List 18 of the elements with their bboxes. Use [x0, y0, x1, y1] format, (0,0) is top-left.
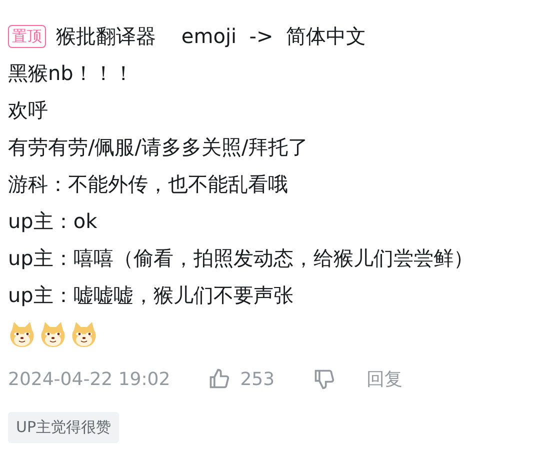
- thumbs-down-icon[interactable]: [312, 368, 335, 390]
- comment-line: up主：ok: [8, 208, 98, 235]
- thumbs-up-icon[interactable]: [208, 368, 230, 390]
- comment-line: up主：嘻嘻（偷看，拍照发动态，给猴儿们尝尝鲜）: [8, 245, 474, 272]
- dog-face-icon: [70, 320, 98, 348]
- comment-line: 猴批翻译器 emoji -> 简体中文: [56, 23, 366, 50]
- dog-face-icon: [8, 320, 36, 348]
- dog-face-icon: [39, 320, 67, 348]
- comment-line: 黑猴nb！！！: [8, 60, 134, 87]
- comment-line: up主：嘘嘘嘘，猴儿们不要声张: [8, 282, 294, 309]
- comment-line: 游科：不能外传，也不能乱看哦: [8, 171, 288, 198]
- comment-time: 2024-04-22 19:02: [8, 368, 170, 390]
- comment-line: 欢呼: [8, 97, 48, 124]
- author-liked-tag: UP主觉得很赞: [8, 412, 120, 443]
- like-count: 253: [240, 368, 275, 390]
- comment-line: 有劳有劳/佩服/请多多关照/拜托了: [8, 134, 308, 161]
- pinned-badge: 置顶: [8, 25, 46, 48]
- reply-link[interactable]: 回复: [366, 367, 403, 391]
